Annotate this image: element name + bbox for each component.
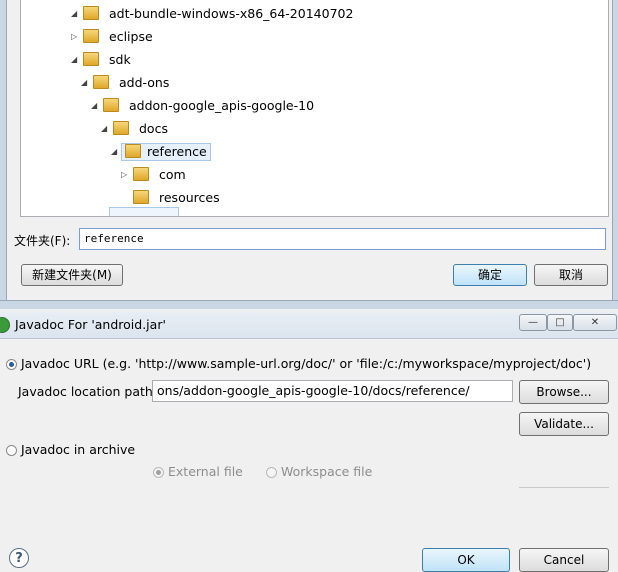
tree-item-label: addon-google_apis-google-10 — [129, 97, 315, 113]
folder-icon — [93, 74, 109, 89]
tree-item-partial — [109, 207, 179, 216]
folder-icon — [83, 5, 99, 20]
app-icon — [0, 317, 10, 333]
window-title: Javadoc For 'android.jar' — [15, 317, 166, 332]
close-button[interactable]: ✕ — [573, 314, 617, 331]
dialog-frame-left — [0, 0, 7, 306]
folder-name-input[interactable]: reference — [79, 228, 606, 250]
help-icon[interactable]: ? — [9, 548, 29, 568]
new-folder-button[interactable]: 新建文件夹(M) — [21, 264, 123, 286]
folder-browse-dialog: ◢ adt-bundle-windows-x86_64-20140702 ▷ ecl… — [0, 0, 618, 313]
external-file-label: External file — [168, 464, 243, 479]
tree-item[interactable]: ◢ addon-google_apis-google-10 — [91, 95, 318, 115]
title-bar[interactable]: Javadoc For 'android.jar' — □ ✕ — [0, 312, 618, 339]
validate-button[interactable]: Validate... — [519, 412, 609, 436]
expand-open-icon[interactable]: ◢ — [71, 50, 81, 70]
tree-item-label: resources — [159, 189, 220, 205]
confirm-button[interactable]: 确定 — [453, 264, 527, 286]
dialog-frame-bottom — [0, 300, 618, 309]
folder-icon — [133, 189, 149, 204]
tree-item-label: add-ons — [119, 74, 170, 90]
tree-item[interactable]: ▷ eclipse — [71, 26, 157, 46]
tree-item-label: com — [159, 166, 186, 182]
location-path-label: Javadoc location path: — [18, 384, 158, 399]
location-path-input[interactable]: ons/addon-google_apis-google-10/docs/ref… — [152, 380, 513, 402]
tree-item-selected[interactable]: ◢ reference — [111, 141, 211, 161]
minimize-button[interactable]: — — [519, 314, 547, 331]
javadoc-dialog: Javadoc For 'android.jar' — □ ✕ Javadoc … — [0, 312, 618, 572]
javadoc-archive-label[interactable]: Javadoc in archive — [21, 442, 135, 457]
workspace-file-label: Workspace file — [281, 464, 373, 479]
cancel-button[interactable]: Cancel — [519, 548, 609, 572]
expand-open-icon[interactable]: ◢ — [101, 119, 111, 139]
folder-icon — [83, 51, 99, 66]
tree-item[interactable]: ◢ sdk — [71, 49, 135, 69]
javadoc-url-radio[interactable] — [6, 359, 17, 370]
folder-icon — [113, 120, 129, 135]
tree-item-label: reference — [121, 142, 211, 161]
expand-open-icon[interactable]: ◢ — [81, 73, 91, 93]
tree-item-label: adt-bundle-windows-x86_64-20140702 — [109, 5, 354, 21]
tree-item-text: reference — [147, 143, 207, 159]
folder-icon — [133, 166, 149, 181]
maximize-button[interactable]: □ — [547, 314, 573, 331]
external-file-radio — [153, 467, 164, 478]
tree-item-label: sdk — [109, 51, 131, 67]
expand-closed-icon[interactable]: ▷ — [71, 27, 81, 47]
javadoc-url-label[interactable]: Javadoc URL (e.g. 'http://www.sample-url… — [21, 356, 591, 371]
workspace-file-radio — [266, 467, 277, 478]
cancel-button[interactable]: 取消 — [534, 264, 608, 286]
ok-button[interactable]: OK — [422, 548, 510, 572]
tree-item[interactable]: ◢ add-ons — [81, 72, 173, 92]
folder-icon — [83, 28, 99, 43]
dialog-frame-right — [612, 0, 618, 306]
folder-tree[interactable]: ◢ adt-bundle-windows-x86_64-20140702 ▷ ecl… — [20, 0, 609, 217]
separator — [519, 487, 609, 488]
expand-open-icon[interactable]: ◢ — [91, 96, 101, 116]
expand-closed-icon[interactable]: ▷ — [121, 165, 131, 185]
tree-item-label: eclipse — [109, 28, 153, 44]
folder-icon — [125, 144, 141, 158]
tree-item-label: docs — [139, 120, 168, 136]
expand-open-icon[interactable]: ◢ — [71, 4, 81, 24]
expand-open-icon[interactable]: ◢ — [111, 142, 121, 162]
tree-item[interactable]: ◢ docs — [101, 118, 172, 138]
folder-name-label: 文件夹(F): — [14, 234, 71, 248]
browse-button[interactable]: Browse... — [519, 380, 609, 404]
tree-item[interactable]: ▷ com — [121, 164, 190, 184]
tree-item[interactable]: ◢ adt-bundle-windows-x86_64-20140702 — [71, 3, 357, 23]
folder-icon — [103, 97, 119, 112]
javadoc-archive-radio[interactable] — [6, 445, 17, 456]
tree-item[interactable]: resources — [121, 187, 224, 207]
